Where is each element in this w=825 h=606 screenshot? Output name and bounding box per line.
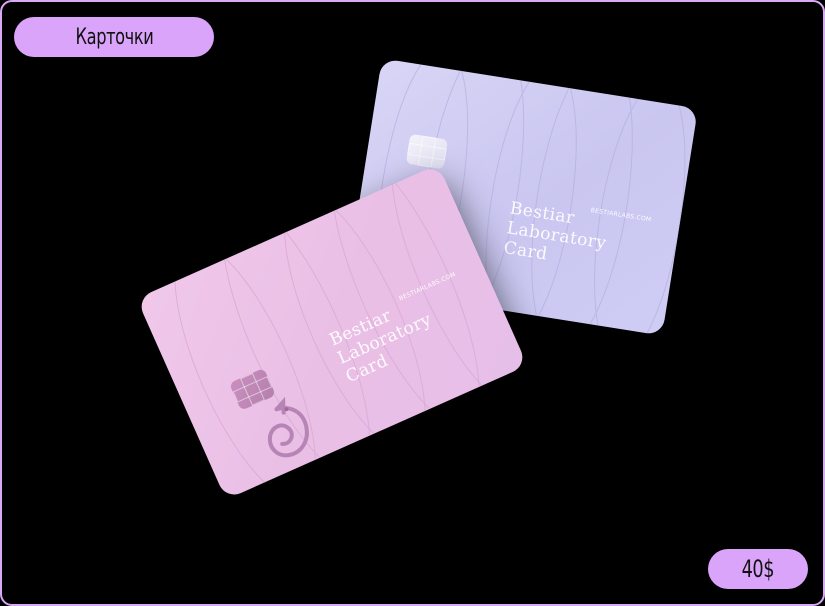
page-title: Карточки: [14, 17, 214, 57]
price-badge: 40$: [708, 549, 808, 589]
product-frame: Карточки BESTIARLABS.COM Bestiar Laborat…: [0, 0, 825, 606]
chip-icon: [405, 133, 449, 170]
